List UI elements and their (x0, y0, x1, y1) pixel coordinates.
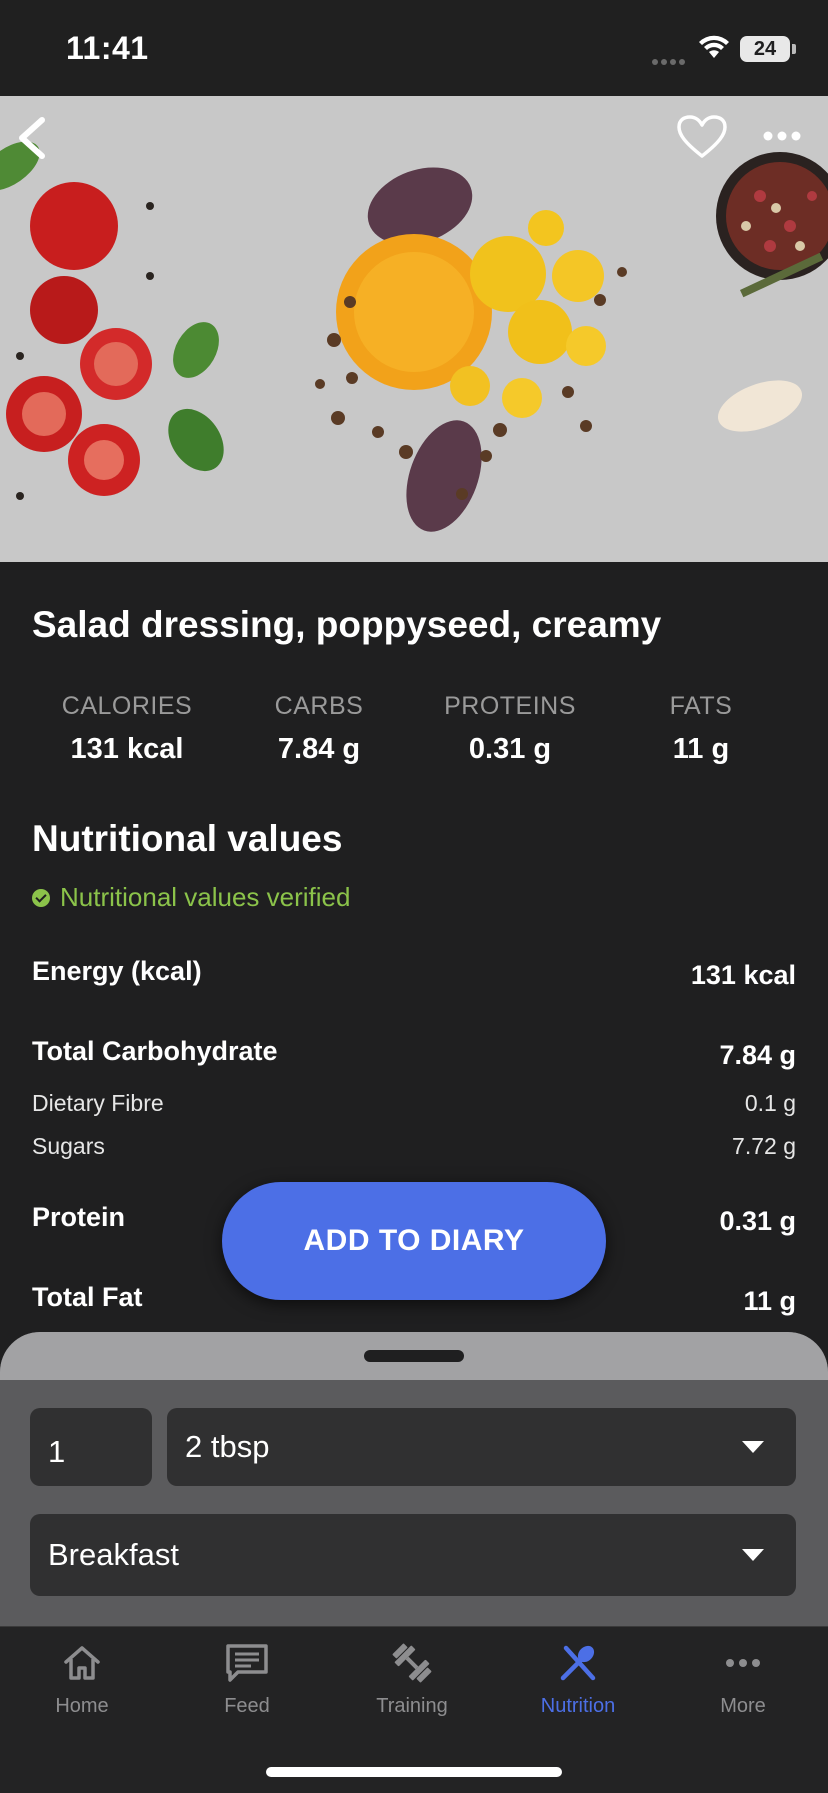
macro-carbs: CARBS 7.84 g (224, 692, 414, 766)
tab-nutrition[interactable]: Nutrition (503, 1643, 653, 1718)
battery-tip (792, 44, 796, 54)
portion-sheet: 1 2 tbsp Breakfast (0, 1332, 828, 1626)
section-title: Nutritional values (32, 818, 343, 859)
quantity-input[interactable]: 1 (30, 1408, 152, 1486)
food-hero-image (0, 96, 828, 562)
signal-icon (652, 52, 692, 65)
tab-home[interactable]: Home (7, 1643, 157, 1718)
meal-select[interactable]: Breakfast (30, 1514, 796, 1596)
ellipsis-icon (763, 131, 801, 141)
nutrient-value: 131 kcal (690, 960, 796, 990)
utensils-icon (560, 1645, 596, 1681)
tab-label: Home (55, 1695, 109, 1717)
meal-value: Breakfast (48, 1537, 179, 1572)
verified-check-icon (32, 889, 50, 907)
status-time: 11:41 (66, 30, 149, 66)
verified-text: Nutritional values verified (60, 882, 351, 912)
battery-icon: 24 (740, 36, 790, 62)
wifi-icon (699, 35, 729, 58)
macro-value: 11 g (672, 733, 730, 765)
macro-label: FATS (669, 692, 733, 720)
nutrient-label: Sugars (32, 1133, 105, 1159)
heart-icon (677, 115, 727, 158)
more-icon (726, 1659, 760, 1667)
unit-select[interactable]: 2 tbsp (167, 1408, 796, 1486)
status-bar: 11:41 24 (0, 0, 828, 96)
chevron-left-icon (19, 117, 45, 159)
nutrient-value: 11 g (743, 1286, 796, 1316)
vegetables-illustration (0, 96, 828, 562)
verified-badge: Nutritional values verified (32, 882, 350, 913)
home-icon (64, 1646, 100, 1680)
quantity-value: 1 (48, 1433, 66, 1469)
add-to-diary-button[interactable]: ADD TO DIARY (222, 1182, 606, 1300)
nutrient-value: 0.1 g (744, 1090, 796, 1116)
home-indicator (266, 1767, 562, 1777)
chevron-down-icon (742, 1441, 764, 1453)
unit-value: 2 tbsp (185, 1429, 270, 1464)
macro-value: 7.84 g (277, 733, 361, 765)
tab-label: Nutrition (540, 1695, 616, 1717)
tab-label: More (720, 1695, 766, 1717)
tab-training[interactable]: Training (337, 1643, 487, 1718)
chevron-down-icon (742, 1549, 764, 1561)
macro-label: CALORIES (61, 692, 193, 720)
macro-label: PROTEINS (444, 692, 576, 720)
nutrient-value: 7.84 g (719, 1040, 796, 1070)
macro-label: CARBS (274, 692, 364, 720)
food-title: Salad dressing, poppyseed, creamy (32, 604, 662, 645)
tab-more[interactable]: More (668, 1643, 818, 1718)
nutrient-value: 0.31 g (719, 1206, 796, 1236)
nutrient-value: 7.72 g (732, 1133, 796, 1159)
nutrient-label: Total Fat (32, 1282, 143, 1312)
macro-value: 0.31 g (468, 733, 552, 765)
macro-proteins: PROTEINS 0.31 g (415, 692, 605, 766)
macro-calories: CALORIES 131 kcal (32, 692, 222, 766)
nutrient-label: Total Carbohydrate (32, 1036, 278, 1066)
drag-handle[interactable] (364, 1350, 464, 1362)
macro-value: 131 kcal (70, 733, 184, 765)
dumbbell-icon (392, 1643, 432, 1683)
nutrient-label: Dietary Fibre (32, 1090, 164, 1116)
nutrient-label: Energy (kcal) (32, 956, 202, 986)
nutrient-label: Protein (32, 1202, 126, 1232)
macro-fats: FATS 11 g (606, 692, 796, 766)
feed-icon (226, 1644, 268, 1682)
tab-label: Feed (224, 1695, 270, 1717)
tab-label: Training (376, 1695, 448, 1717)
tab-feed[interactable]: Feed (172, 1643, 322, 1718)
sheet-header[interactable] (0, 1332, 828, 1380)
